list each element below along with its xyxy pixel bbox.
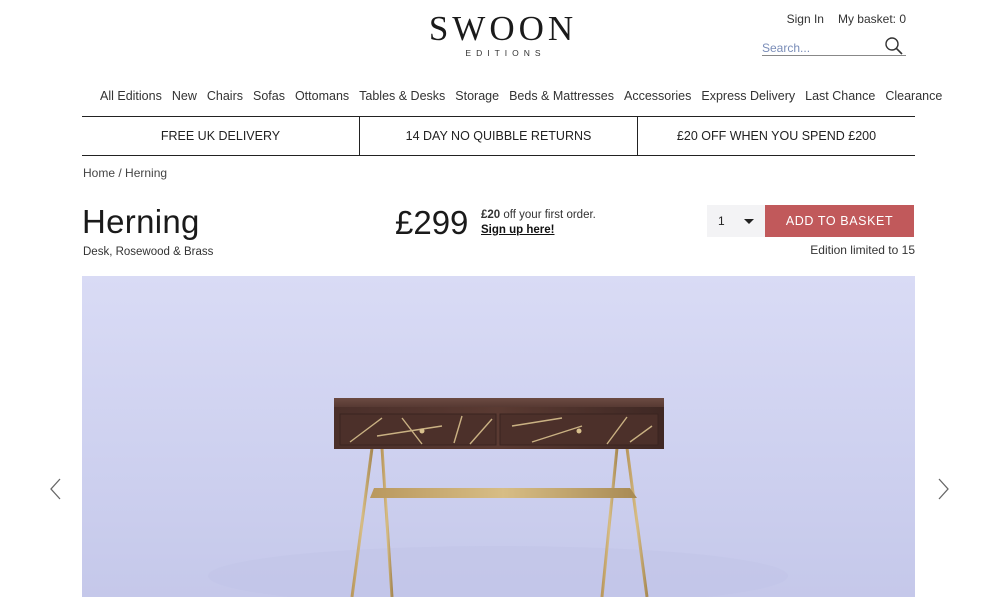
usp-free-delivery: FREE UK DELIVERY: [160, 129, 281, 143]
breadcrumb: Home / Herning: [83, 166, 167, 180]
product-price: £299: [395, 204, 469, 241]
main-nav: All Editions New Chairs Sofas Ottomans T…: [100, 89, 952, 103]
nav-item-storage[interactable]: Storage: [455, 89, 499, 103]
sign-in-link[interactable]: Sign In: [787, 12, 824, 26]
quantity-value: 1: [718, 214, 725, 228]
basket-link[interactable]: My basket: 0: [838, 12, 906, 26]
usp-discount: £20 OFF WHEN YOU SPEND £200: [676, 129, 877, 143]
promo-message: £20 off your first order. Sign up here!: [481, 208, 596, 238]
nav-item-tables-desks[interactable]: Tables & Desks: [359, 89, 445, 103]
product-subtitle: Desk, Rosewood & Brass: [83, 246, 214, 258]
usp-returns: 14 DAY NO QUIBBLE RETURNS: [359, 117, 638, 155]
promo-amount: £20: [481, 209, 501, 221]
nav-item-ottomans[interactable]: Ottomans: [295, 89, 349, 103]
nav-item-last-chance[interactable]: Last Chance: [805, 89, 875, 103]
quantity-select[interactable]: 1: [707, 205, 765, 237]
nav-item-chairs[interactable]: Chairs: [207, 89, 243, 103]
nav-item-beds-mattresses[interactable]: Beds & Mattresses: [509, 89, 614, 103]
breadcrumb-home[interactable]: Home: [83, 166, 115, 180]
add-to-basket-button[interactable]: ADD TO BASKET: [765, 205, 914, 237]
nav-item-new[interactable]: New: [172, 89, 197, 103]
breadcrumb-current: Herning: [125, 166, 168, 180]
edition-limit: Edition limited to 15: [810, 243, 915, 257]
nav-item-accessories[interactable]: Accessories: [624, 89, 691, 103]
caret-down-icon: [744, 219, 754, 224]
account-links: Sign In My basket: 0: [787, 12, 906, 26]
chevron-right-icon[interactable]: [933, 476, 953, 502]
nav-item-all-editions[interactable]: All Editions: [100, 89, 162, 103]
desk-illustration: [208, 398, 788, 597]
nav-item-express-delivery[interactable]: Express Delivery: [701, 89, 795, 103]
promo-text: off your first order.: [500, 209, 596, 221]
product-image: [82, 276, 915, 597]
signup-link[interactable]: Sign up here!: [481, 223, 596, 238]
product-title: Herning: [82, 203, 200, 240]
search-input[interactable]: [762, 36, 880, 54]
breadcrumb-separator: /: [115, 166, 126, 180]
usp-bar: FREE UK DELIVERY 14 DAY NO QUIBBLE RETUR…: [82, 116, 915, 156]
chevron-left-icon[interactable]: [46, 476, 66, 502]
nav-item-sofas[interactable]: Sofas: [253, 89, 285, 103]
search-bar: [762, 36, 906, 56]
search-icon[interactable]: [884, 36, 904, 56]
nav-item-clearance[interactable]: Clearance: [885, 89, 942, 103]
